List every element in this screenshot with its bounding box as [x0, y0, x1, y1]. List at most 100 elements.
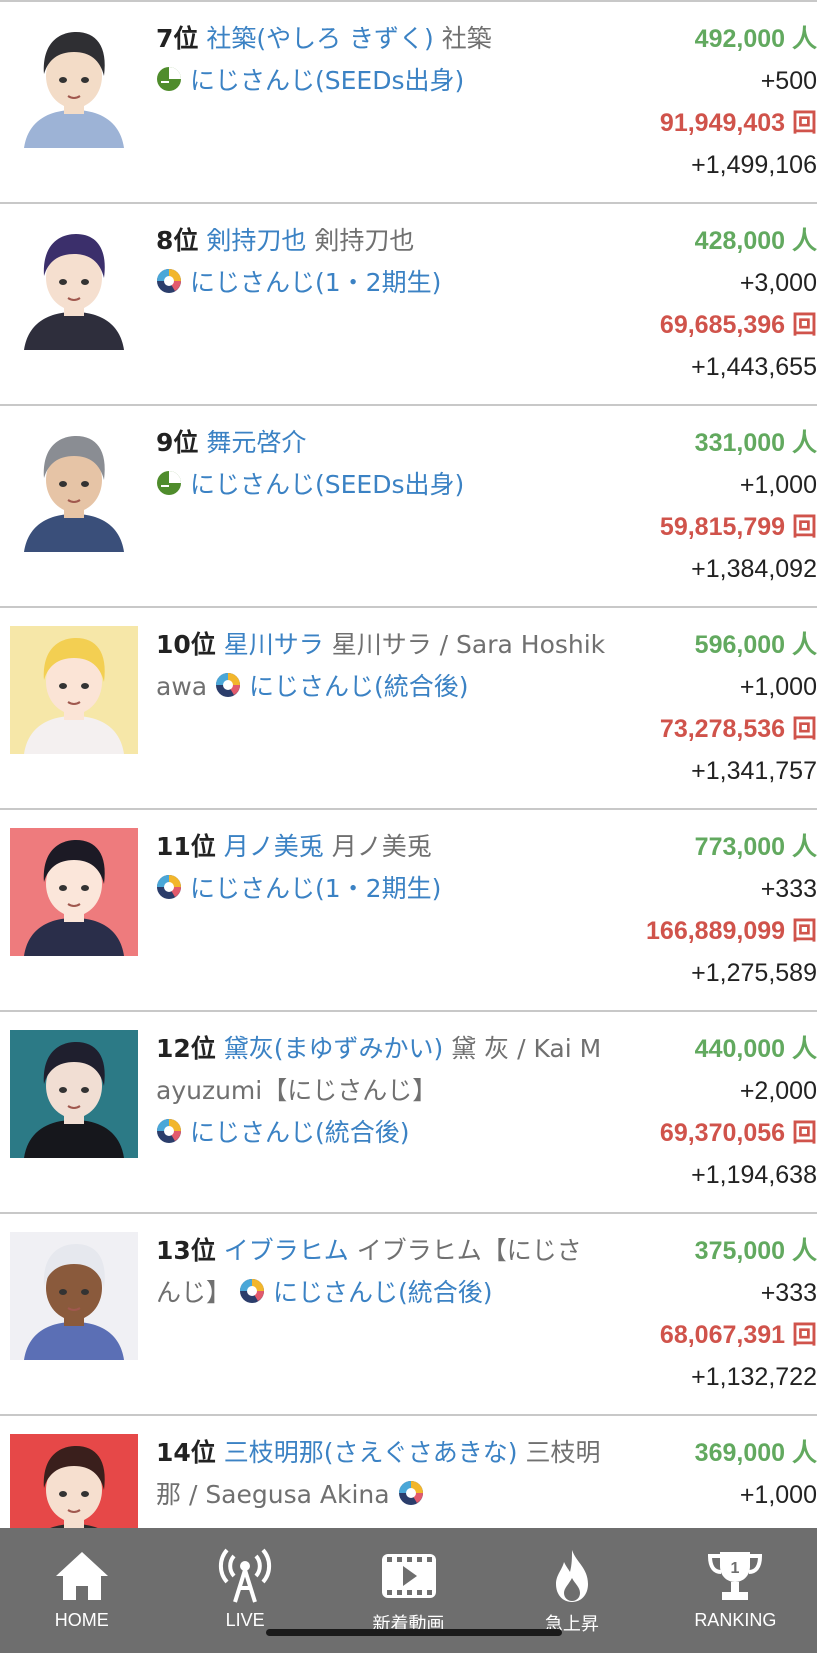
ranking-row[interactable]: 7位 社築(やしろ きずく) 社築 にじさんじ(SEEDs出身) 492,000 … [0, 2, 817, 204]
group-link[interactable]: にじさんじ(統合後) [156, 1118, 410, 1147]
home-icon [55, 1552, 108, 1600]
view-count: 59,815,799 回 [659, 513, 817, 541]
group-link[interactable]: にじさんじ(SEEDs出身) [156, 470, 464, 499]
rank-label: 11位 [156, 832, 216, 861]
ranking-row[interactable]: 12位 黛灰(まゆずみかい) 黛 灰 / Kai Mayuzumi【にじさんじ】… [0, 1012, 817, 1214]
vtuber-name-link[interactable]: 剣持刀也 [206, 226, 306, 255]
rank-label: 10位 [156, 630, 216, 659]
trophy-icon: 1 [708, 1552, 763, 1600]
entry-info: 7位 社築(やしろ きずく) 社築 にじさんじ(SEEDs出身) [156, 18, 606, 102]
group-link[interactable]: にじさんじ(1・2期生) [156, 874, 441, 903]
ranking-list[interactable]: 7位 社築(やしろ きずく) 社築 にじさんじ(SEEDs出身) 492,000 … [0, 0, 817, 1528]
entry-stats: 375,000 人 +333 68,067,391 回 +1,132,722 [587, 1230, 817, 1398]
avatar[interactable] [10, 1232, 138, 1360]
subscriber-delta: +500 [760, 67, 817, 95]
channel-name: 剣持刀也 [314, 226, 415, 255]
view-count: 73,278,536 回 [659, 715, 817, 743]
subscriber-delta: +333 [760, 875, 817, 903]
subscriber-delta: +1,000 [739, 673, 817, 701]
entry-info: 10位 星川サラ 星川サラ / Sara Hoshikawa にじさんじ(統合後… [156, 624, 606, 708]
view-delta: +1,275,589 [691, 959, 817, 987]
nav-ranking[interactable]: 1 RANKING [654, 1528, 817, 1653]
ranking-row[interactable]: 13位 イブラヒム イブラヒム【にじさんじ】 にじさんじ(統合後) 375,000… [0, 1214, 817, 1416]
group-label: にじさんじ(SEEDs出身) [190, 470, 465, 499]
ranking-row[interactable]: 10位 星川サラ 星川サラ / Sara Hoshikawa にじさんじ(統合後… [0, 608, 817, 810]
avatar-illustration [10, 1232, 138, 1360]
entry-stats: 369,000 人 +1,000 [587, 1432, 817, 1516]
ranking-row[interactable]: 9位 舞元啓介 にじさんじ(SEEDs出身) 331,000 人 +1,000 59,… [0, 406, 817, 608]
group-label: にじさんじ(1・2期生) [190, 874, 442, 903]
seeds-icon [157, 471, 181, 495]
vtuber-name-link[interactable]: 黛灰(まゆずみかい) [224, 1034, 444, 1063]
group-link[interactable]: にじさんじ(統合後) [239, 1278, 493, 1307]
vtuber-name-link[interactable]: 舞元啓介 [206, 428, 306, 457]
avatar-illustration [10, 828, 138, 956]
group-link[interactable]: にじさんじ(統合後) [215, 672, 469, 701]
avatar[interactable] [10, 222, 138, 350]
video-play-icon [381, 1554, 436, 1598]
subscriber-delta: +1,000 [739, 1481, 817, 1509]
view-delta: +1,194,638 [691, 1161, 817, 1189]
avatar[interactable] [10, 626, 138, 754]
vtuber-name-link[interactable]: 星川サラ [224, 630, 324, 659]
view-delta: +1,132,722 [691, 1363, 817, 1391]
view-delta: +1,384,092 [691, 555, 817, 583]
flame-icon [555, 1550, 588, 1602]
avatar[interactable] [10, 1030, 138, 1158]
entry-info: 14位 三枝明那(さえぐさあきな) 三枝明那 / Saegusa Akina [156, 1432, 606, 1516]
avatar[interactable] [10, 20, 138, 148]
view-count: 69,370,056 回 [659, 1119, 817, 1147]
avatar[interactable] [10, 424, 138, 552]
entry-stats: 596,000 人 +1,000 73,278,536 回 +1,341,757 [587, 624, 817, 792]
entry-info: 11位 月ノ美兎 月ノ美兎 にじさんじ(1・2期生) [156, 826, 606, 910]
nijisanji-icon [157, 875, 181, 899]
svg-text:1: 1 [731, 1560, 740, 1577]
nijisanji-icon [216, 673, 241, 697]
nijisanji-icon [157, 269, 181, 293]
view-delta: +1,443,655 [691, 353, 817, 381]
avatar-illustration [10, 222, 138, 350]
ranking-row[interactable]: 8位 剣持刀也 剣持刀也 にじさんじ(1・2期生) 428,000 人 +3,000… [0, 204, 817, 406]
subscriber-count: 375,000 人 [694, 1237, 817, 1265]
avatar-illustration [10, 1030, 138, 1158]
nijisanji-icon [239, 1279, 264, 1303]
subscriber-count: 440,000 人 [694, 1035, 817, 1063]
group-link[interactable] [398, 1480, 432, 1509]
channel-name: 社築 [441, 24, 492, 53]
entry-info: 9位 舞元啓介 にじさんじ(SEEDs出身) [156, 422, 606, 506]
view-count: 166,889,099 回 [646, 917, 817, 945]
vtuber-name-link[interactable]: 月ノ美兎 [224, 832, 324, 861]
ranking-row[interactable]: 14位 三枝明那(さえぐさあきな) 三枝明那 / Saegusa Akina 3… [0, 1416, 817, 1528]
seeds-icon [157, 67, 181, 91]
avatar-illustration [10, 1434, 138, 1528]
nav-home-label: HOME [54, 1610, 109, 1630]
vtuber-name-link[interactable]: 三枝明那(さえぐさあきな) [224, 1438, 518, 1467]
avatar-illustration [10, 626, 138, 754]
avatar[interactable] [10, 1434, 138, 1528]
nav-live-label: LIVE [225, 1610, 265, 1630]
rank-label: 8位 [156, 226, 199, 255]
entry-stats: 440,000 人 +2,000 69,370,056 回 +1,194,638 [587, 1028, 817, 1196]
avatar-illustration [10, 20, 138, 148]
home-indicator [266, 1629, 562, 1636]
group-link[interactable]: にじさんじ(1・2期生) [156, 268, 441, 297]
nav-home[interactable]: HOME [0, 1528, 163, 1653]
entry-stats: 492,000 人 +500 91,949,403 回 +1,499,106 [587, 18, 817, 186]
group-link[interactable]: にじさんじ(SEEDs出身) [156, 66, 464, 95]
subscriber-count: 492,000 人 [694, 25, 817, 53]
entry-info: 12位 黛灰(まゆずみかい) 黛 灰 / Kai Mayuzumi【にじさんじ】… [156, 1028, 606, 1154]
subscriber-delta: +333 [760, 1279, 817, 1307]
vtuber-name-link[interactable]: イブラヒム [224, 1236, 349, 1265]
ranking-row[interactable]: 11位 月ノ美兎 月ノ美兎 にじさんじ(1・2期生) 773,000 人 +333 1… [0, 810, 817, 1012]
group-label: にじさんじ(統合後) [272, 1278, 493, 1307]
avatar[interactable] [10, 828, 138, 956]
subscriber-delta: +1,000 [739, 471, 817, 499]
group-label: にじさんじ(統合後) [249, 672, 469, 701]
subscriber-count: 428,000 人 [694, 227, 817, 255]
subscriber-count: 773,000 人 [694, 833, 817, 861]
rank-label: 12位 [156, 1034, 216, 1063]
nijisanji-icon [157, 1119, 181, 1143]
subscriber-delta: +2,000 [739, 1077, 817, 1105]
subscriber-delta: +3,000 [739, 269, 817, 297]
vtuber-name-link[interactable]: 社築(やしろ きずく) [206, 24, 433, 53]
